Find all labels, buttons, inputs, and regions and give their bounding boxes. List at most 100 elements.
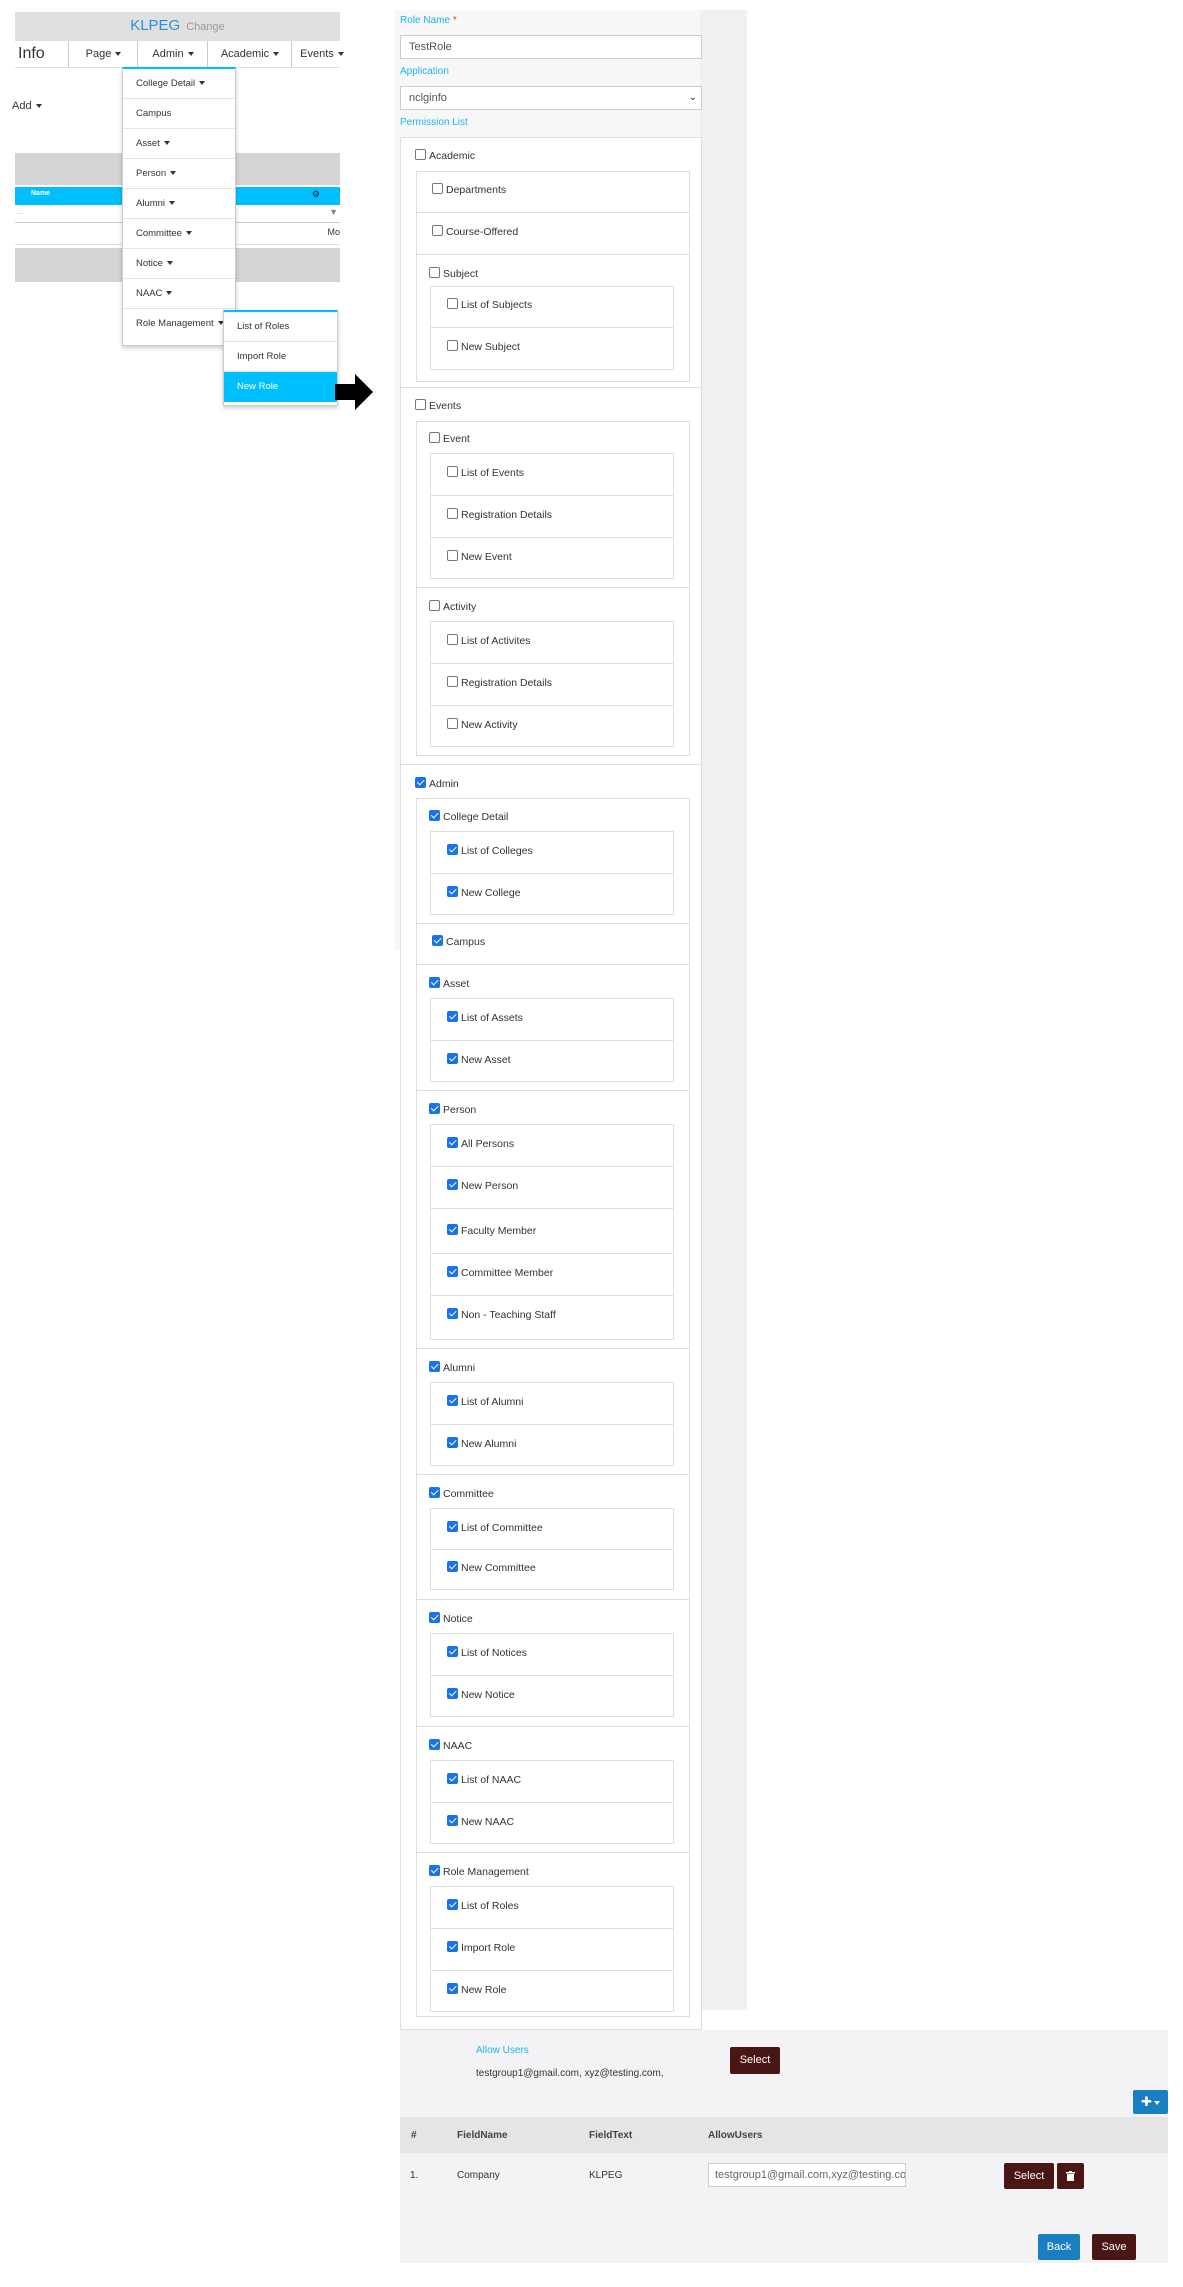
perm-course-offered[interactable]: Course-Offered	[432, 225, 518, 239]
perm-activity-registration-details[interactable]: Registration Details	[447, 676, 552, 690]
menu-item-committee[interactable]: Committee	[123, 219, 235, 249]
perm-new-subject[interactable]: New Subject	[447, 340, 520, 354]
perm-list-of-notices[interactable]: List of Notices	[447, 1646, 527, 1660]
perm-all-persons[interactable]: All Persons	[447, 1137, 514, 1151]
checkbox-checked-icon	[447, 1437, 458, 1448]
perm-new-event[interactable]: New Event	[447, 550, 512, 564]
perm-label: List of Subjects	[461, 299, 533, 311]
perm-faculty-member[interactable]: Faculty Member	[447, 1224, 536, 1238]
perm-list-of-naac[interactable]: List of NAAC	[447, 1773, 521, 1787]
perm-new-naac[interactable]: New NAAC	[447, 1815, 514, 1829]
perm-new-college[interactable]: New College	[447, 886, 521, 900]
perm-label: List of Events	[461, 467, 525, 479]
menu-item-naac[interactable]: NAAC	[123, 279, 235, 309]
perm-new-committee[interactable]: New Committee	[447, 1561, 536, 1575]
perm-list-of-activities[interactable]: List of Activites	[447, 634, 530, 648]
row-select-button[interactable]: Select	[1004, 2163, 1054, 2189]
perm-label: New NAAC	[461, 1816, 515, 1828]
perm-subject[interactable]: Subject	[429, 267, 478, 281]
allow-users-label: Allow Users	[476, 2045, 529, 2056]
perm-list-of-roles[interactable]: List of Roles	[447, 1899, 519, 1913]
menu-item-alumni[interactable]: Alumni	[123, 189, 235, 219]
submenu-import-role[interactable]: Import Role	[224, 342, 337, 372]
nav-academic[interactable]: Academic	[207, 41, 292, 67]
perm-asset[interactable]: Asset	[429, 977, 469, 991]
fields-table-header: # FieldName FieldText AllowUsers	[400, 2117, 1168, 2153]
add-dropdown[interactable]: Add	[12, 100, 42, 112]
application-select[interactable]: nclginfo ⌄	[400, 86, 702, 110]
perm-registration-details[interactable]: Registration Details	[447, 508, 552, 522]
checkbox-checked-icon	[447, 1773, 458, 1784]
perm-notice[interactable]: Notice	[429, 1612, 473, 1626]
perm-list-of-subjects[interactable]: List of Subjects	[447, 298, 532, 312]
menu-item-label: College Detail	[136, 78, 196, 89]
divider	[431, 1424, 673, 1425]
nav-admin[interactable]: Admin	[137, 41, 208, 67]
perm-label: New Alumni	[461, 1438, 517, 1450]
save-button[interactable]: Save	[1092, 2234, 1136, 2260]
submenu-list-of-roles[interactable]: List of Roles	[224, 312, 337, 342]
perm-academic[interactable]: Academic	[415, 149, 475, 163]
perm-label: Registration Details	[461, 677, 553, 689]
allow-users-select-button[interactable]: Select	[730, 2047, 780, 2074]
app-header: KLPEG Change	[15, 12, 340, 40]
brand-logo[interactable]: KLPEG	[130, 17, 180, 34]
menu-item-notice[interactable]: Notice	[123, 249, 235, 279]
checkbox-checked-icon	[447, 1646, 458, 1657]
perm-naac[interactable]: NAAC	[429, 1739, 472, 1753]
perm-committee[interactable]: Committee	[429, 1487, 494, 1501]
menu-item-person[interactable]: Person	[123, 159, 235, 189]
column-name[interactable]: Name	[31, 190, 50, 197]
perm-alumni[interactable]: Alumni	[429, 1361, 475, 1375]
perm-new-notice[interactable]: New Notice	[447, 1688, 515, 1702]
perm-list-of-alumni[interactable]: List of Alumni	[447, 1395, 523, 1409]
perm-event[interactable]: Event	[429, 432, 470, 446]
perm-committee-member[interactable]: Committee Member	[447, 1266, 553, 1280]
perm-list-of-committee[interactable]: List of Committee	[447, 1521, 543, 1535]
row-delete-button[interactable]	[1057, 2163, 1084, 2189]
perm-college-detail[interactable]: College Detail	[429, 810, 508, 824]
divider	[431, 537, 673, 538]
perm-role-management[interactable]: Role Management	[429, 1865, 529, 1879]
perm-admin[interactable]: Admin	[415, 777, 459, 791]
perm-list-of-colleges[interactable]: List of Colleges	[447, 844, 533, 858]
perm-new-alumni[interactable]: New Alumni	[447, 1437, 516, 1451]
perm-list-of-assets[interactable]: List of Assets	[447, 1011, 523, 1025]
menu-item-role-management[interactable]: Role Management	[123, 309, 235, 339]
perm-activity[interactable]: Activity	[429, 600, 476, 614]
gear-icon[interactable]: ⚙	[312, 189, 320, 200]
perm-import-role[interactable]: Import Role	[447, 1941, 515, 1955]
menu-item-college-detail[interactable]: College Detail	[123, 69, 235, 99]
menu-item-label: Asset	[136, 138, 160, 149]
nav-events-label: Events	[300, 48, 334, 60]
perm-new-role[interactable]: New Role	[447, 1983, 507, 1997]
change-link[interactable]: Change	[186, 21, 225, 33]
perm-list-of-events[interactable]: List of Events	[447, 466, 524, 480]
perm-new-activity[interactable]: New Activity	[447, 718, 518, 732]
perm-new-asset[interactable]: New Asset	[447, 1053, 511, 1067]
perm-non-teaching-staff[interactable]: Non - Teaching Staff	[447, 1308, 556, 1322]
divider	[431, 1549, 673, 1550]
perm-label: Person	[443, 1104, 477, 1116]
perm-new-person[interactable]: New Person	[447, 1179, 518, 1193]
role-name-input[interactable]: TestRole	[400, 35, 702, 59]
filter-icon[interactable]: ▼	[329, 207, 338, 217]
perm-departments[interactable]: Departments	[432, 183, 506, 197]
back-button[interactable]: Back	[1038, 2234, 1080, 2260]
nav-info[interactable]: Info	[18, 41, 68, 67]
filter-input[interactable]: ...	[17, 207, 24, 216]
submenu-new-role[interactable]: New Role	[224, 372, 337, 402]
row-allow-users-input[interactable]: testgroup1@gmail.com,xyz@testing.com	[708, 2163, 906, 2187]
nav-events[interactable]: Events	[291, 41, 352, 67]
add-field-button[interactable]: ✚	[1133, 2090, 1168, 2114]
nav-page[interactable]: Page	[68, 41, 138, 67]
menu-item-asset[interactable]: Asset	[123, 129, 235, 159]
perm-campus[interactable]: Campus	[432, 935, 485, 949]
divider	[417, 964, 689, 965]
perm-events[interactable]: Events	[415, 399, 461, 413]
perm-label: New Role	[461, 1984, 507, 1996]
menu-item-campus[interactable]: Campus	[123, 99, 235, 129]
divider	[417, 923, 689, 924]
perm-person[interactable]: Person	[429, 1103, 476, 1117]
checkbox-checked-icon	[447, 1899, 458, 1910]
